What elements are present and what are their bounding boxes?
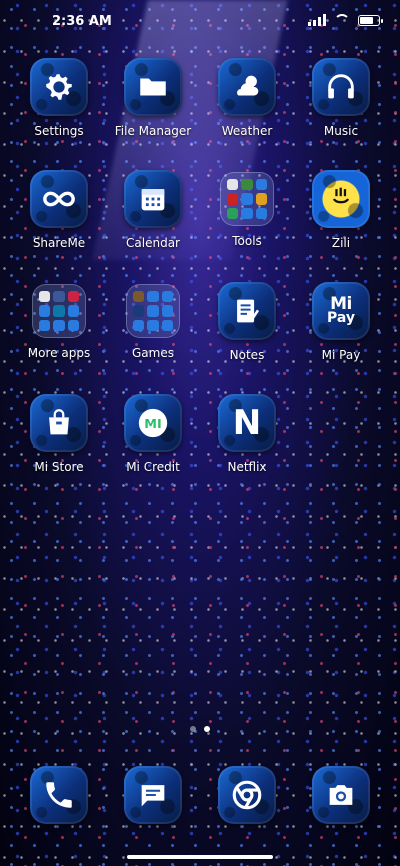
status-bar: 2:36 AM bbox=[0, 0, 400, 44]
battery-icon bbox=[358, 14, 383, 26]
page-indicator bbox=[0, 726, 400, 732]
page-dot[interactable] bbox=[190, 726, 196, 732]
mi-credit-letters: MI bbox=[144, 417, 161, 432]
app-file-manager[interactable]: File Manager bbox=[106, 58, 200, 138]
app-label: Netflix bbox=[227, 460, 267, 474]
app-label: Mi Store bbox=[34, 460, 84, 474]
status-time: 2:36 AM bbox=[52, 14, 112, 29]
app-label: ShareMe bbox=[32, 236, 86, 250]
cloud-sun-icon bbox=[218, 58, 276, 116]
app-shareme[interactable]: ShareMe bbox=[12, 170, 106, 250]
app-netflix[interactable]: N Netflix bbox=[200, 394, 294, 474]
app-label: Music bbox=[323, 124, 359, 138]
app-label: Tools bbox=[232, 234, 262, 248]
app-settings[interactable]: Settings bbox=[12, 58, 106, 138]
app-label: Mi Pay bbox=[321, 348, 361, 362]
app-weather[interactable]: Weather bbox=[200, 58, 294, 138]
app-label: Zili bbox=[331, 236, 351, 250]
mi-pay-icon: Mi Pay bbox=[312, 282, 370, 340]
dock-camera[interactable] bbox=[294, 766, 388, 824]
folder-grid-icon bbox=[126, 284, 180, 338]
app-label: Games bbox=[132, 346, 174, 360]
mi-pay-bottom: Pay bbox=[326, 310, 356, 326]
signal-icon bbox=[308, 14, 326, 26]
netflix-letter: N bbox=[232, 403, 262, 443]
wifi-icon bbox=[334, 14, 350, 26]
shopping-bag-icon bbox=[30, 394, 88, 452]
folder-grid-icon bbox=[32, 284, 86, 338]
folder-grid-icon bbox=[220, 172, 274, 226]
infinity-icon bbox=[30, 170, 88, 228]
app-label: Settings bbox=[34, 124, 84, 138]
dock-messages[interactable] bbox=[106, 766, 200, 824]
app-folder-games[interactable]: Games bbox=[106, 282, 200, 360]
status-icons bbox=[308, 14, 383, 26]
page-dot-active[interactable] bbox=[204, 726, 210, 732]
mi-credit-icon: MI bbox=[124, 394, 182, 452]
calendar-icon bbox=[124, 170, 182, 228]
app-zili[interactable]: Zili bbox=[294, 170, 388, 250]
notes-icon bbox=[218, 282, 276, 340]
dock-chrome[interactable] bbox=[200, 766, 294, 824]
app-label: Calendar bbox=[126, 236, 180, 250]
dock-phone[interactable] bbox=[12, 766, 106, 824]
app-calendar[interactable]: Calendar bbox=[106, 170, 200, 250]
app-mi-store[interactable]: Mi Store bbox=[12, 394, 106, 474]
home-indicator[interactable] bbox=[127, 855, 273, 859]
app-music[interactable]: Music bbox=[294, 58, 388, 138]
phone-icon bbox=[30, 766, 88, 824]
zili-face-icon bbox=[312, 170, 370, 228]
app-label: Weather bbox=[221, 124, 273, 138]
app-mi-pay[interactable]: Mi Pay Mi Pay bbox=[294, 282, 388, 362]
camera-icon bbox=[312, 766, 370, 824]
app-label: More apps bbox=[27, 346, 91, 360]
app-folder-more-apps[interactable]: More apps bbox=[12, 282, 106, 360]
app-mi-credit[interactable]: MI Mi Credit bbox=[106, 394, 200, 474]
app-folder-tools[interactable]: Tools bbox=[200, 170, 294, 248]
app-label: File Manager bbox=[114, 124, 192, 138]
app-label: Mi Credit bbox=[126, 460, 180, 474]
gear-icon bbox=[30, 58, 88, 116]
chrome-icon bbox=[218, 766, 276, 824]
app-notes[interactable]: Notes bbox=[200, 282, 294, 362]
headphones-icon bbox=[312, 58, 370, 116]
dock bbox=[0, 766, 400, 826]
mi-pay-top: Mi bbox=[330, 294, 352, 314]
folder-icon bbox=[124, 58, 182, 116]
message-icon bbox=[124, 766, 182, 824]
app-label: Notes bbox=[229, 348, 265, 362]
netflix-n-icon: N bbox=[218, 394, 276, 452]
